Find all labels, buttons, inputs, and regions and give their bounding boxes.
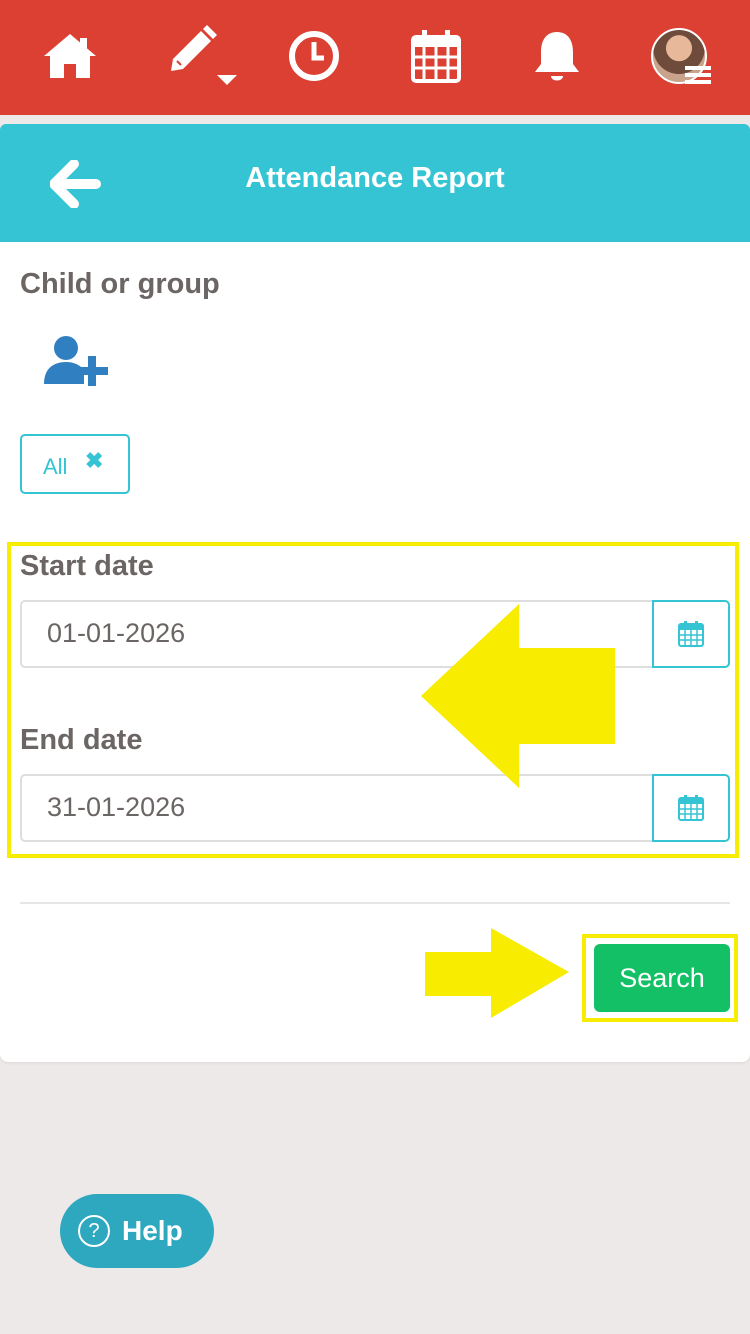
child-or-group-label: Child or group <box>20 268 220 300</box>
home-icon[interactable] <box>40 26 100 86</box>
annotation-arrow-right-icon <box>425 928 569 1018</box>
date-range-highlight <box>7 542 739 858</box>
search-button[interactable]: Search <box>594 944 730 1012</box>
remove-chip-icon[interactable]: ✖ <box>85 448 103 474</box>
add-person-icon[interactable] <box>42 334 114 390</box>
selected-group-chip[interactable]: All ✖ <box>20 434 130 494</box>
question-icon: ? <box>78 1215 110 1247</box>
report-form: Child or group All ✖ Start date 01-01-20… <box>0 242 750 1062</box>
calendar-icon[interactable] <box>406 26 466 86</box>
bell-icon[interactable] <box>527 26 587 86</box>
chip-label: All <box>43 454 68 479</box>
help-button[interactable]: ? Help <box>60 1194 214 1268</box>
top-nav-bar <box>0 0 750 115</box>
help-label: Help <box>122 1215 183 1246</box>
user-avatar[interactable] <box>651 28 711 86</box>
menu-icon <box>685 66 711 84</box>
page-title: Attendance Report <box>245 162 505 194</box>
annotation-arrow-left-icon <box>421 604 615 788</box>
edit-icon[interactable] <box>163 25 243 86</box>
divider <box>20 902 730 904</box>
clock-icon[interactable] <box>284 26 344 86</box>
page-header: Attendance Report <box>0 124 750 242</box>
